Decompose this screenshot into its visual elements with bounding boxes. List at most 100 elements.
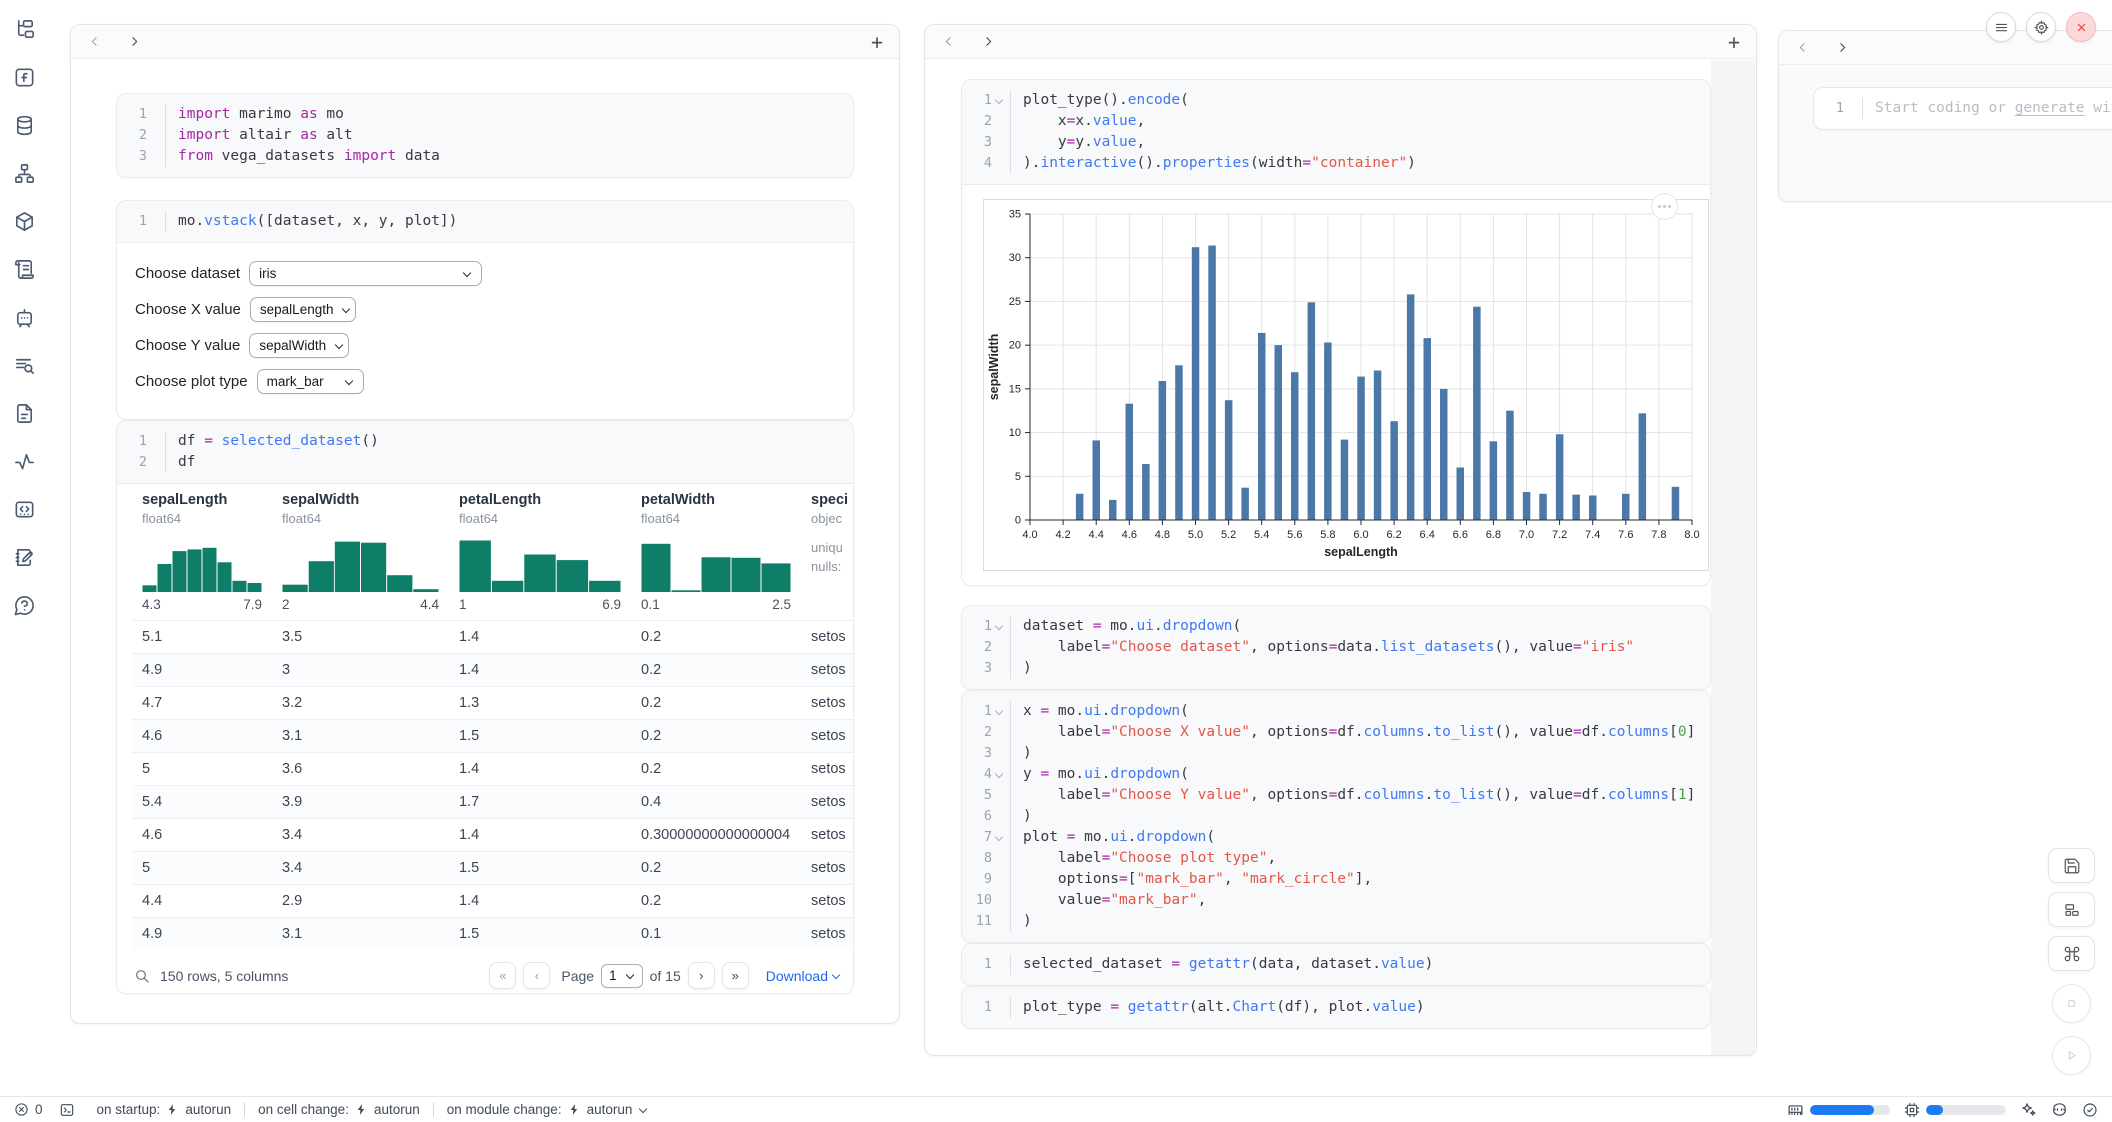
code-editor-xyplot-dropdowns[interactable]: 1x = mo.ui.dropdown(2 label="Choose X va… — [962, 691, 1710, 942]
chatbot-icon[interactable] — [7, 300, 41, 334]
code-line[interactable]: 4y = mo.ui.dropdown( — [962, 764, 1710, 785]
download-button[interactable]: Download — [766, 968, 841, 984]
run-button[interactable] — [2052, 1036, 2091, 1075]
code-editor-encode[interactable]: 1plot_type().encode(2 x=x.value,3 y=y.va… — [962, 80, 1710, 184]
fold-chevron-icon[interactable] — [994, 95, 1005, 106]
first-page-button[interactable]: « — [489, 962, 516, 989]
help-chat-icon[interactable] — [7, 588, 41, 622]
code-line[interactable]: 1selected_dataset = getattr(data, datase… — [962, 954, 1710, 975]
code-editor-selected-dataset[interactable]: 1selected_dataset = getattr(data, datase… — [962, 944, 1710, 985]
function-icon[interactable] — [7, 60, 41, 94]
column-back-button[interactable] — [1795, 41, 1809, 55]
copilot-button[interactable] — [2051, 1101, 2068, 1118]
table-row[interactable]: 4.93.11.50.1setos — [132, 917, 853, 950]
code-line[interactable]: 3 y=y.value, — [962, 132, 1710, 153]
code-editor-df[interactable]: 1df = selected_dataset()2df — [117, 421, 853, 483]
file-tree-icon[interactable] — [7, 12, 41, 46]
add-cell-button[interactable]: + — [871, 32, 883, 52]
code-line[interactable]: 1dataset = mo.ui.dropdown( — [962, 616, 1710, 637]
code-line[interactable]: 10 value="mark_bar", — [962, 890, 1710, 911]
code-line[interactable]: 2 label="Choose X value", options=df.col… — [962, 722, 1710, 743]
code-line[interactable]: 5 label="Choose Y value", options=df.col… — [962, 785, 1710, 806]
next-page-button[interactable]: › — [688, 962, 715, 989]
chart-menu-button[interactable] — [1651, 193, 1678, 220]
code-line[interactable]: 4).interactive().properties(width="conta… — [962, 153, 1710, 174]
code-line[interactable]: 1import marimo as mo — [117, 104, 853, 125]
activity-icon[interactable] — [7, 444, 41, 478]
settings-gear-button[interactable] — [2026, 12, 2056, 42]
prev-page-button[interactable]: ‹ — [523, 962, 550, 989]
fold-chevron-icon[interactable] — [994, 706, 1005, 717]
code-line[interactable]: 2import altair as alt — [117, 125, 853, 146]
column-forward-button[interactable] — [981, 35, 995, 49]
code-line[interactable]: 1mo.vstack([dataset, x, y, plot]) — [117, 211, 853, 232]
column-back-button[interactable] — [941, 35, 955, 49]
add-cell-button[interactable]: + — [1728, 32, 1740, 52]
memory-usage[interactable] — [1787, 1101, 1890, 1118]
table-row[interactable]: 4.42.91.40.2setos — [132, 884, 853, 917]
fold-chevron-icon[interactable] — [994, 832, 1005, 843]
package-icon[interactable] — [7, 204, 41, 238]
column-forward-button[interactable] — [127, 35, 141, 49]
code-line[interactable]: 2df — [117, 452, 853, 473]
column-header-sepalLength[interactable]: sepalLengthfloat644.37.9 — [132, 492, 272, 612]
panel-scroll-gutter[interactable] — [1711, 60, 1755, 1056]
document-icon[interactable] — [7, 396, 41, 430]
stop-button[interactable] — [2052, 984, 2091, 1023]
table-row[interactable]: 4.931.40.2setos — [132, 653, 853, 686]
column-header-sepalWidth[interactable]: sepalWidthfloat6424.4 — [272, 492, 449, 612]
autorun-toggle[interactable]: on startup:autorun — [97, 1102, 232, 1117]
code-editor-dataset-dropdown[interactable]: 1dataset = mo.ui.dropdown(2 label="Choos… — [962, 606, 1710, 689]
command-shortcuts-button[interactable] — [2048, 936, 2095, 971]
notebook-pen-icon[interactable] — [7, 540, 41, 574]
code-line[interactable]: 6) — [962, 806, 1710, 827]
code-block-icon[interactable] — [7, 492, 41, 526]
autorun-toggle[interactable]: on module change:autorun — [447, 1102, 649, 1117]
autorun-toggle[interactable]: on cell change:autorun — [258, 1102, 420, 1117]
close-button[interactable] — [2066, 12, 2096, 42]
column-back-button[interactable] — [87, 35, 101, 49]
table-row[interactable]: 53.41.50.2setos — [132, 851, 853, 884]
code-line[interactable]: 3) — [962, 743, 1710, 764]
code-line[interactable]: 3from vega_datasets import data — [117, 146, 853, 167]
page-select[interactable]: 1 — [601, 964, 643, 988]
generate-link[interactable]: generate — [2015, 100, 2085, 116]
code-line[interactable]: 7plot = mo.ui.dropdown( — [962, 827, 1710, 848]
code-line[interactable]: 3) — [962, 658, 1710, 679]
save-button[interactable] — [2048, 848, 2095, 883]
table-row[interactable]: 5.43.91.70.4setos — [132, 785, 853, 818]
errors-indicator[interactable]: 0 — [14, 1102, 43, 1117]
code-line[interactable]: 2 label="Choose dataset", options=data.l… — [962, 637, 1710, 658]
column-header-speci[interactable]: speciobjecuniqunulls: — [801, 492, 853, 612]
table-row[interactable]: 53.61.40.2setos — [132, 752, 853, 785]
code-line[interactable]: 8 label="Choose plot type", — [962, 848, 1710, 869]
fold-chevron-icon[interactable] — [994, 621, 1005, 632]
choose-x-value-select[interactable]: sepalLength — [250, 297, 356, 322]
empty-code-editor[interactable]: 1 Start coding or generate with — [1814, 88, 2112, 129]
code-line[interactable]: 1plot_type().encode( — [962, 90, 1710, 111]
column-forward-button[interactable] — [1835, 41, 1849, 55]
code-editor-plot-type[interactable]: 1plot_type = getattr(alt.Chart(df), plot… — [962, 987, 1710, 1028]
sitemap-icon[interactable] — [7, 156, 41, 190]
menu-button[interactable] — [1986, 12, 2016, 42]
database-icon[interactable] — [7, 108, 41, 142]
connection-status-button[interactable] — [2082, 1102, 2098, 1118]
table-row[interactable]: 4.73.21.30.2setos — [132, 686, 853, 719]
code-line[interactable]: 1plot_type = getattr(alt.Chart(df), plot… — [962, 997, 1710, 1018]
code-editor-imports[interactable]: 1import marimo as mo2import altair as al… — [117, 94, 853, 177]
terminal-button[interactable] — [59, 1102, 75, 1118]
bar-chart[interactable]: 4.04.24.44.64.85.05.25.45.65.86.06.26.46… — [984, 200, 1708, 570]
table-row[interactable]: 4.63.41.40.30000000000000004setos — [132, 818, 853, 851]
code-line[interactable]: 2 x=x.value, — [962, 111, 1710, 132]
choose-dataset-select[interactable]: iris — [249, 261, 482, 286]
scroll-icon[interactable] — [7, 252, 41, 286]
choose-y-value-select[interactable]: sepalWidth — [249, 333, 349, 358]
column-header-petalWidth[interactable]: petalWidthfloat640.12.5 — [631, 492, 801, 612]
code-editor-vstack[interactable]: 1mo.vstack([dataset, x, y, plot]) — [117, 201, 853, 242]
cpu-usage[interactable] — [1904, 1102, 2006, 1118]
code-line[interactable]: 9 options=["mark_bar", "mark_circle"], — [962, 869, 1710, 890]
text-search-icon[interactable] — [7, 348, 41, 382]
table-row[interactable]: 5.13.51.40.2setos — [132, 620, 853, 653]
layout-button[interactable] — [2048, 892, 2095, 927]
fold-chevron-icon[interactable] — [994, 769, 1005, 780]
